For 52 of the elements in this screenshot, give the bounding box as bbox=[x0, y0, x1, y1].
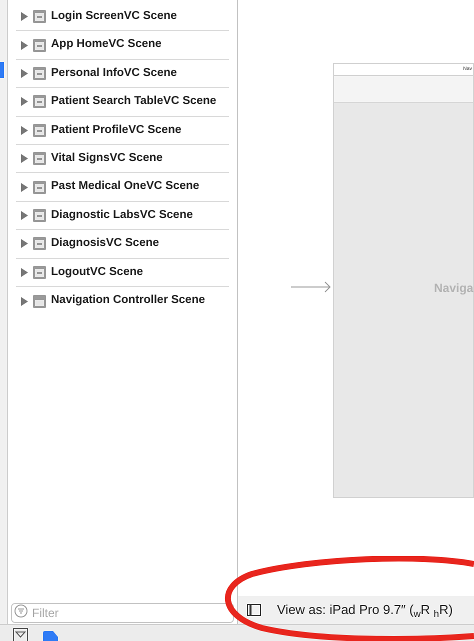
outline-row[interactable]: Patient ProfileVC Scene bbox=[16, 116, 229, 145]
scene-label: Patient Search TableVC Scene bbox=[51, 94, 216, 110]
scene-icon bbox=[33, 152, 46, 166]
scene-icon bbox=[33, 180, 46, 194]
scene-label: Diagnostic LabsVC Scene bbox=[51, 208, 193, 223]
disclosure-triangle[interactable] bbox=[20, 182, 28, 192]
selection-marker bbox=[0, 62, 4, 78]
scene-label: Past Medical OneVC Scene bbox=[51, 179, 200, 194]
scene-icon bbox=[33, 237, 46, 250]
scene-icon bbox=[33, 66, 46, 80]
outline-row[interactable]: Personal InfoVC Scene bbox=[16, 60, 229, 88]
outline-row[interactable]: Vital SignsVC Scene bbox=[16, 144, 229, 174]
disclosure-triangle[interactable] bbox=[20, 296, 28, 306]
scene-icon bbox=[33, 266, 46, 279]
disclosure-triangle[interactable] bbox=[20, 12, 28, 22]
scene-label: Vital SignsVC Scene bbox=[51, 151, 163, 166]
navigation-controller-icon bbox=[33, 294, 46, 308]
disclosure-triangle[interactable] bbox=[20, 126, 28, 135]
scene-icon bbox=[33, 95, 46, 108]
scene-icon bbox=[33, 208, 46, 222]
disclosure-triangle[interactable] bbox=[20, 239, 28, 248]
outline-row[interactable]: Navigation Controller Scene bbox=[16, 286, 229, 316]
disclosure-triangle[interactable] bbox=[20, 210, 28, 220]
outline-row[interactable]: App HomeVC Scene bbox=[16, 31, 229, 60]
outline-row[interactable]: Past Medical OneVC Scene bbox=[16, 173, 229, 202]
scene-icon bbox=[33, 124, 46, 137]
disclosure-triangle[interactable] bbox=[20, 268, 28, 277]
scene-label: App HomeVC Scene bbox=[51, 37, 162, 52]
scene-label: Patient ProfileVC Scene bbox=[51, 122, 182, 138]
scene-label: Navigation Controller Scene bbox=[51, 293, 206, 308]
scene-icon bbox=[33, 38, 46, 52]
view-as-label[interactable]: View as: iPad Pro 9.7″ ($_{w}$R $_{h}$R) bbox=[277, 600, 453, 620]
scene-label: DiagnosisVC Scene bbox=[51, 236, 160, 252]
outline-row[interactable]: LogoutVC Scene bbox=[16, 258, 229, 287]
outline-row[interactable]: Patient Search TableVC Scene bbox=[16, 88, 229, 117]
filter-field[interactable]: Filter bbox=[11, 603, 234, 623]
disclosure-triangle[interactable] bbox=[20, 154, 28, 164]
disclosure-triangle[interactable] bbox=[20, 68, 28, 78]
scene-label: LogoutVC Scene bbox=[51, 264, 144, 280]
disclosure-triangle[interactable] bbox=[20, 97, 28, 106]
filter-icon[interactable] bbox=[13, 628, 28, 641]
outline-row[interactable]: DiagnosisVC Scene bbox=[16, 230, 229, 259]
panel-toggle-icon[interactable] bbox=[247, 604, 261, 616]
scene-label: Login ScreenVC Scene bbox=[51, 9, 177, 24]
entry-arrow bbox=[291, 280, 332, 294]
filter-icon bbox=[14, 604, 28, 618]
outline-row[interactable]: Login ScreenVC Scene bbox=[16, 3, 229, 32]
scene-label: Personal InfoVC Scene bbox=[51, 66, 177, 81]
scene-icon bbox=[33, 10, 46, 24]
outline-row[interactable]: Diagnostic LabsVC Scene bbox=[16, 202, 229, 230]
disclosure-triangle[interactable] bbox=[20, 40, 28, 50]
tag-icon[interactable] bbox=[43, 631, 58, 641]
